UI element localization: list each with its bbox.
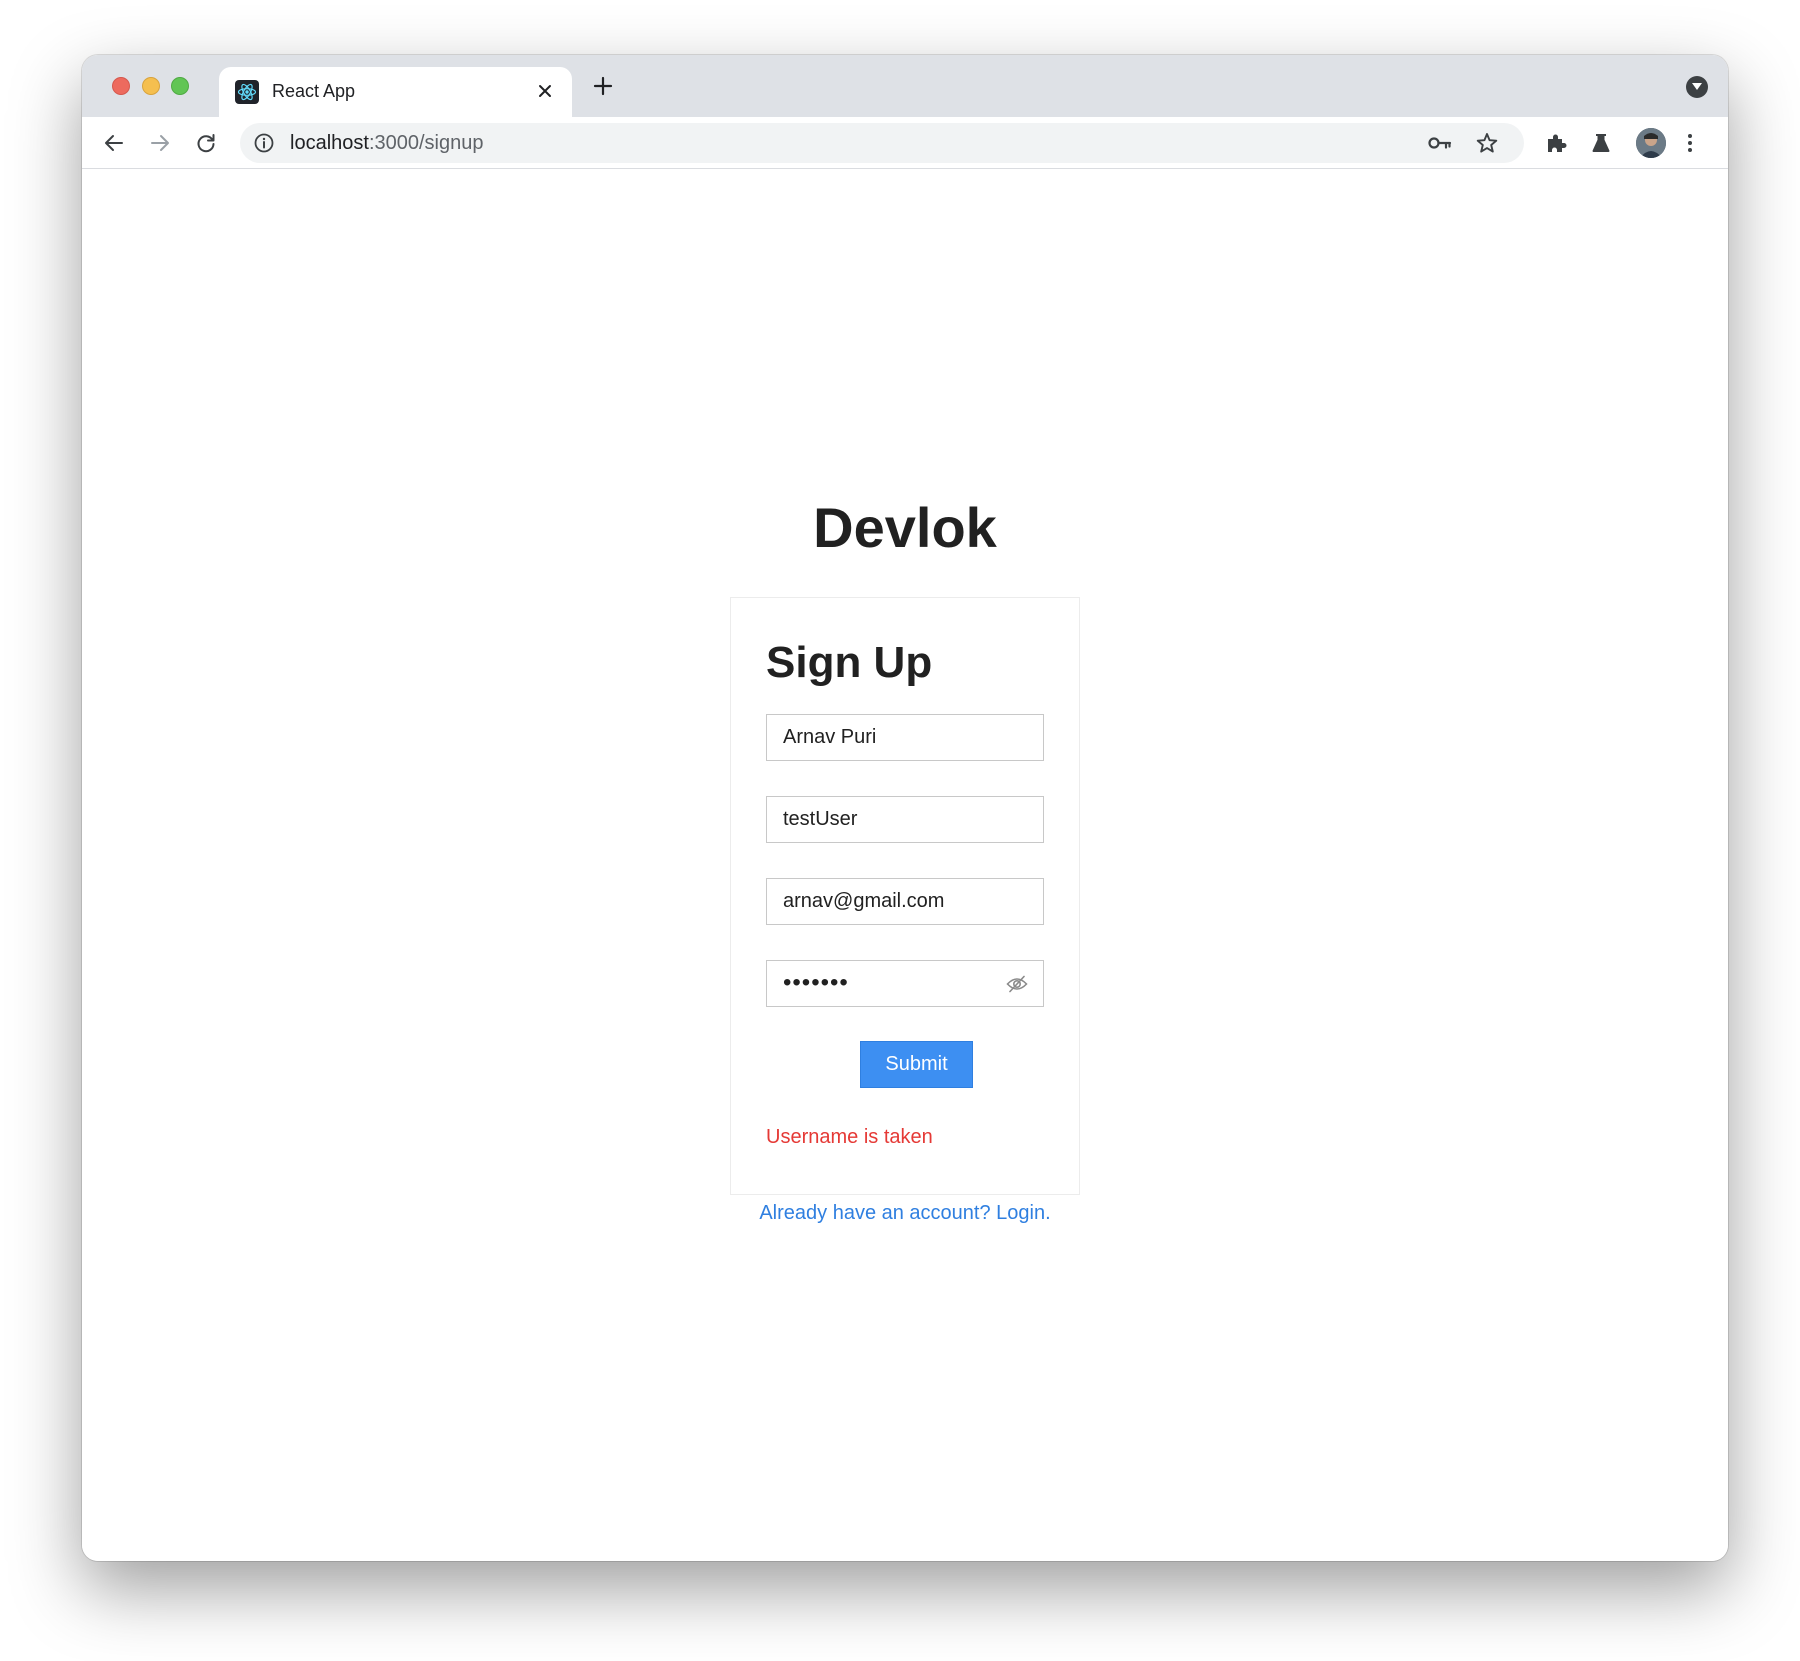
puzzle-icon[interactable] xyxy=(1540,127,1572,159)
url-host: localhost xyxy=(290,132,369,154)
url-text[interactable]: localhost:3000/signup xyxy=(290,132,483,155)
submit-button[interactable]: Submit xyxy=(860,1041,973,1088)
close-window-button[interactable] xyxy=(112,77,130,95)
key-icon[interactable] xyxy=(1428,131,1452,155)
tab-search-icon[interactable] xyxy=(1686,76,1708,98)
flask-icon[interactable] xyxy=(1585,127,1617,159)
url-path: :3000/signup xyxy=(368,132,484,154)
signup-title: Sign Up xyxy=(766,638,933,687)
username-input[interactable] xyxy=(766,796,1044,843)
minimize-window-button[interactable] xyxy=(142,77,160,95)
new-tab-icon[interactable] xyxy=(586,69,620,103)
tab-react-app[interactable]: React App xyxy=(219,67,572,117)
reload-icon[interactable] xyxy=(190,127,222,159)
signup-card: Sign Up ••••••• Submit Username is taken xyxy=(730,597,1080,1195)
brand-title: Devlok xyxy=(813,496,997,559)
eye-slash-icon[interactable] xyxy=(1005,973,1029,995)
password-input[interactable]: ••••••• xyxy=(766,960,1044,1007)
password-mask: ••••••• xyxy=(783,969,849,996)
arrow-right-icon[interactable] xyxy=(144,127,176,159)
browser-window: React App localhost:3000/signup Devlok S… xyxy=(82,55,1728,1561)
email-input[interactable] xyxy=(766,878,1044,925)
page-content: Devlok Sign Up ••••••• Submit Username i… xyxy=(82,170,1728,1561)
login-link[interactable]: Already have an account? Login. xyxy=(82,1202,1728,1225)
maximize-window-button[interactable] xyxy=(171,77,189,95)
name-input[interactable] xyxy=(766,714,1044,761)
tab-strip: React App xyxy=(82,55,1728,117)
browser-toolbar: localhost:3000/signup xyxy=(82,117,1728,169)
star-icon[interactable] xyxy=(1475,131,1499,155)
info-icon[interactable] xyxy=(254,133,274,153)
tab-title: React App xyxy=(272,81,356,101)
address-bar[interactable]: localhost:3000/signup xyxy=(240,123,1524,163)
arrow-left-icon[interactable] xyxy=(98,127,130,159)
react-logo-icon xyxy=(235,80,259,104)
error-message: Username is taken xyxy=(766,1126,933,1148)
avatar[interactable] xyxy=(1636,128,1666,158)
tab-close-icon[interactable] xyxy=(532,78,558,104)
kebab-menu-icon[interactable] xyxy=(1674,127,1706,159)
